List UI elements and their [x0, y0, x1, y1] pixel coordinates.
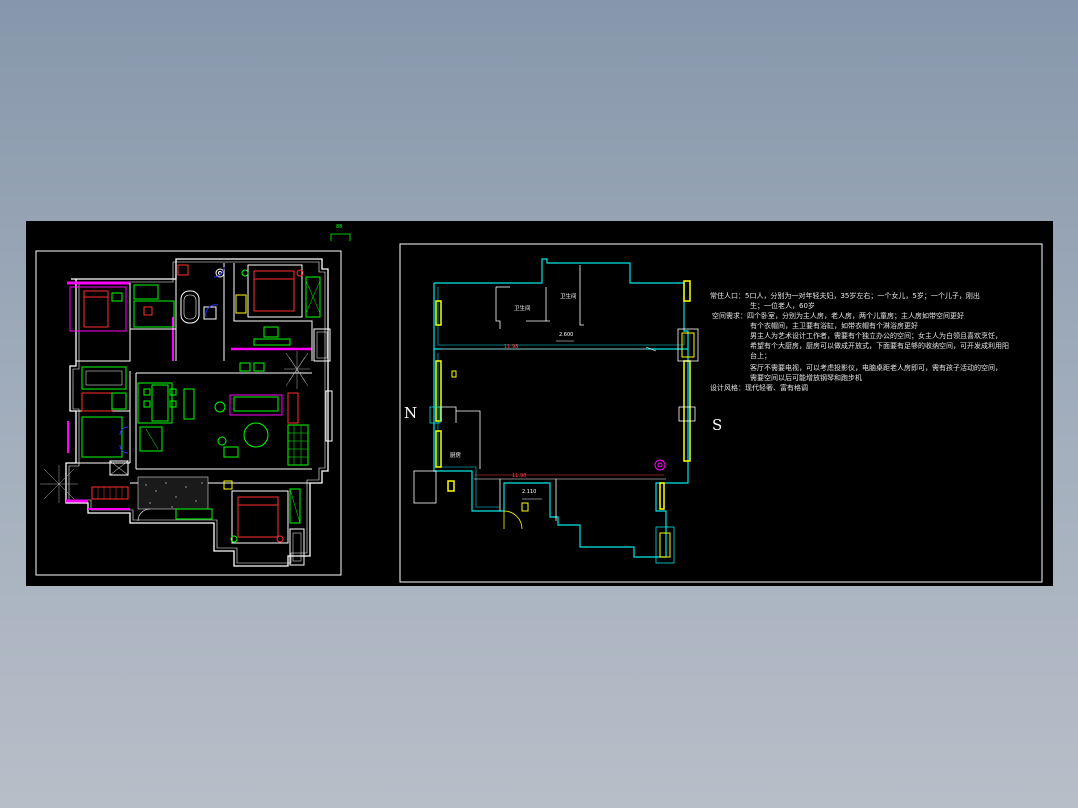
room-label-bath-1: 卫生间: [514, 306, 531, 312]
drawing-sheet: 88 N S 卫生间 卫生间 厨房 2.600 11.98 11.98 2.11…: [26, 221, 1053, 586]
north-label: N: [404, 404, 418, 422]
note-line-8: 客厅不需要电视，可以考虑投影仪，电脑桌距老人房即可，需有孩子活动的空间，: [750, 364, 1002, 372]
top-tag: 88: [336, 224, 343, 230]
top-tag-mark: [330, 233, 351, 241]
note-line-1: 常住人口：5口人，分别为一对年轻夫妇，35岁左右；一个女儿，5岁；一个儿子，刚出: [710, 292, 980, 300]
note-line-2: 生；一位老人，60岁: [750, 302, 815, 310]
note-line-4: 有个衣帽间，主卫要有浴缸，如带衣帽有个淋浴房更好: [750, 322, 918, 330]
original-plan: [413, 258, 699, 564]
note-line-9: 需要空间以后可能增放钢琴和跑步机: [750, 374, 862, 382]
south-label: S: [712, 416, 723, 434]
room-label-kitchen: 厨房: [450, 453, 462, 459]
room-label-bath-2: 卫生间: [560, 294, 577, 300]
dimension-2: 11.98: [504, 344, 519, 350]
note-line-6: 希望有个大厨房，厨房可以做成开放式，下面要有足够的收纳空间，可开发成利用阳: [750, 342, 1009, 350]
dimension-1: 2.600: [559, 332, 574, 338]
left-frame: [35, 250, 342, 576]
note-line-3: 空间需求：四个卧室，分别为主人房，老人房，两个儿童房；主人房如带空间更好: [712, 312, 964, 320]
cad-drawing: [35, 233, 1043, 583]
furnished-plan: [40, 258, 333, 567]
note-line-10: 设计风格：现代轻奢、富有格调: [710, 384, 808, 392]
dimension-3: 11.98: [512, 473, 527, 479]
note-line-7: 台上；: [750, 352, 771, 360]
note-line-5: 男主人为艺术设计工作者，需要有个独立办公的空间；女主人为白领且喜欢烹饪，: [750, 332, 1002, 340]
dimension-4: 2.110: [522, 489, 537, 495]
